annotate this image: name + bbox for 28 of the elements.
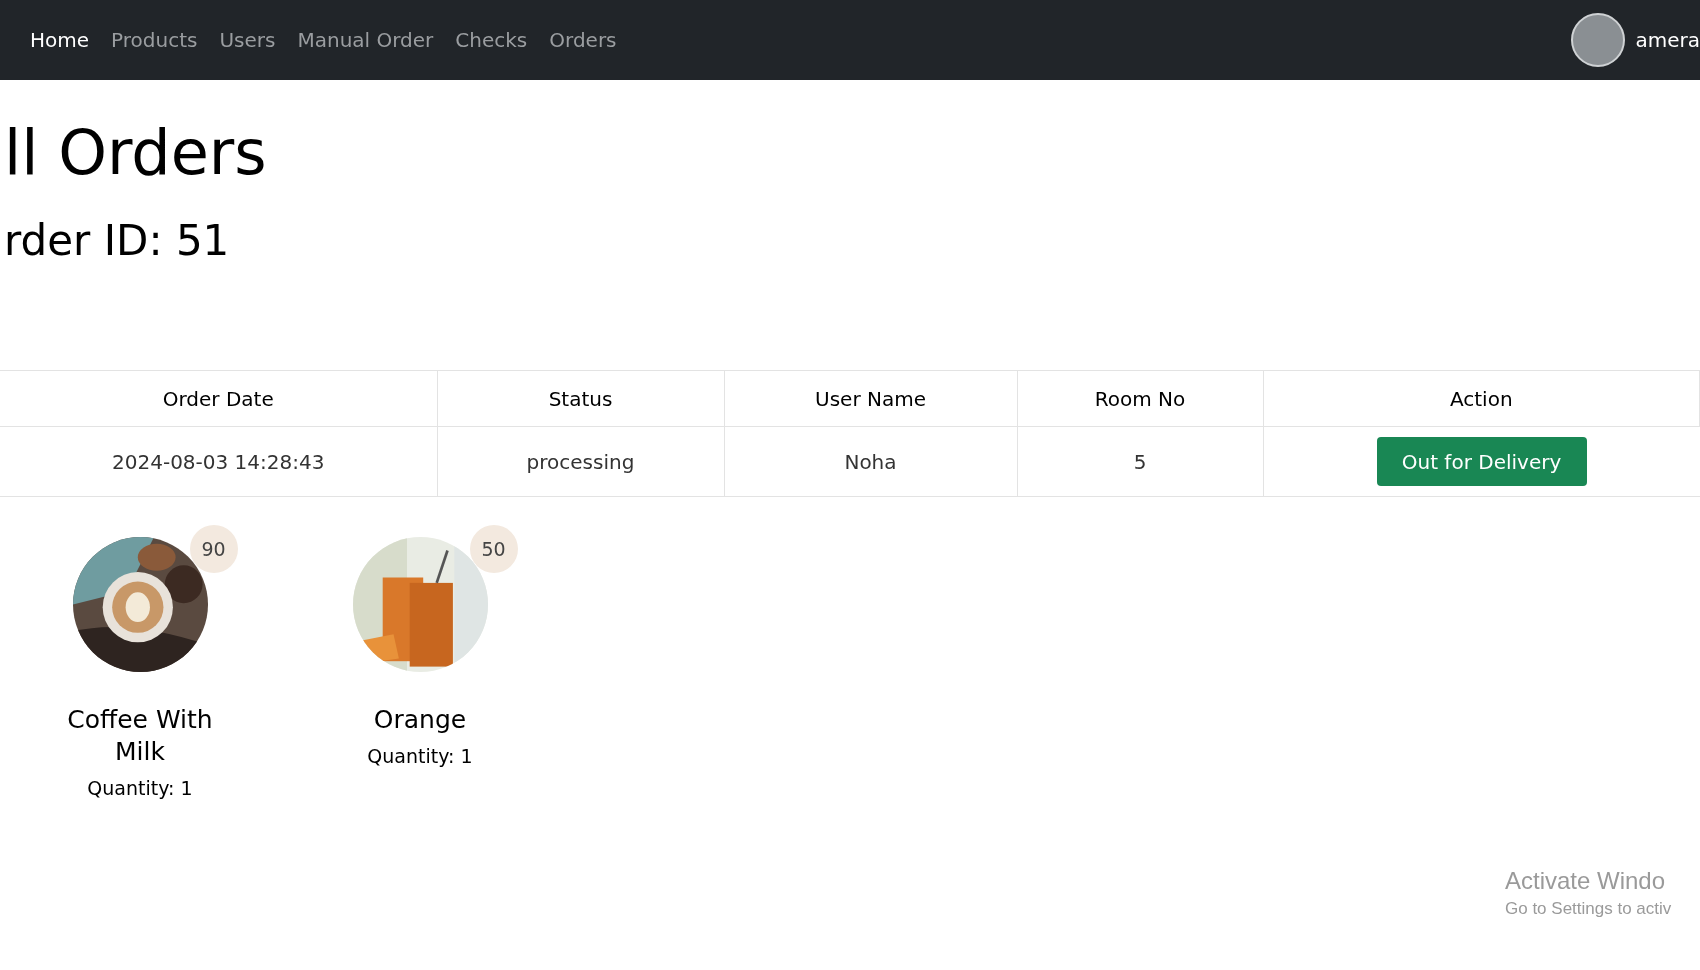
item-quantity: Quantity: 1 <box>367 744 473 769</box>
avatar[interactable] <box>1571 13 1626 67</box>
column-header: Room No <box>1017 370 1263 427</box>
item-quantity: Quantity: 1 <box>87 776 193 801</box>
column-header: Action <box>1263 370 1700 427</box>
nav-link[interactable]: Users <box>219 25 276 55</box>
order-heading: rder ID: 51 <box>3 220 231 262</box>
table-cell: 2024-08-03 14:28:43 <box>0 426 437 497</box>
nav-link[interactable]: Orders <box>549 25 617 55</box>
activation-subtitle: Go to Settings to activ <box>1505 898 1672 920</box>
item-name: Orange <box>372 704 468 736</box>
column-header: Order Date <box>0 370 437 427</box>
column-header: User Name <box>724 370 1017 427</box>
nav-link[interactable]: Products <box>111 25 198 55</box>
column-header: Status <box>437 370 724 427</box>
nav-link[interactable]: Home <box>30 25 90 55</box>
table-cell: processing <box>437 426 724 497</box>
table-cell: 5 <box>1017 426 1263 497</box>
page-title: ll Orders <box>3 122 268 184</box>
price-badge: 90 <box>189 525 238 573</box>
nav-link[interactable]: Manual Order <box>297 25 434 55</box>
nav-link[interactable]: Checks <box>455 25 528 55</box>
table-cell: Noha <box>724 426 1017 497</box>
item-name: Coffee With Milk <box>66 704 214 768</box>
activation-title: Activate Windo <box>1505 866 1667 896</box>
price-badge: 50 <box>469 525 518 573</box>
out-for-delivery-button[interactable]: Out for Delivery <box>1376 437 1587 486</box>
user-name[interactable]: amera <box>1635 25 1700 55</box>
